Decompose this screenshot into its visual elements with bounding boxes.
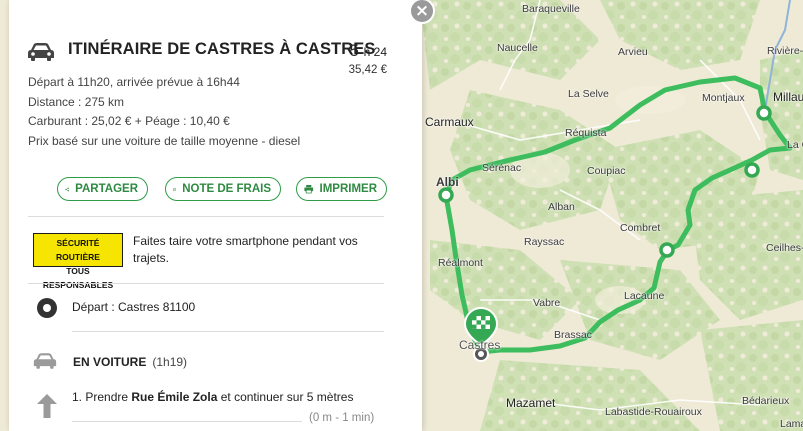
- place-label: Labastide-Rouairoux: [605, 406, 702, 418]
- place-label: Ceilhes-et: [766, 242, 803, 254]
- route-details: Départ à 11h20, arrivée prévue à 16h44 D…: [28, 73, 300, 151]
- car-icon: [33, 353, 57, 369]
- place-label: Rayssac: [524, 236, 565, 248]
- place-label: Bédarieux: [742, 395, 790, 407]
- divider: [72, 421, 302, 422]
- place-label: Baraqueville: [522, 3, 580, 15]
- travel-mode-duration: (1h19): [152, 355, 188, 369]
- place-label: Montjaux: [702, 92, 745, 104]
- divider: [28, 283, 384, 284]
- divider: [72, 331, 384, 332]
- share-button[interactable]: PARTAGER: [57, 177, 148, 201]
- instruction-distance-time: (0 m - 1 min): [309, 412, 375, 424]
- place-label: La Selve: [568, 88, 609, 100]
- share-icon: [65, 187, 69, 191]
- print-icon: [304, 184, 314, 194]
- place-label: Réquista: [565, 127, 607, 139]
- place-label: Carmaux: [425, 115, 474, 129]
- place-label: Sérénac: [482, 162, 522, 174]
- instruction-suffix: et continuer sur 5 mètres: [217, 390, 354, 404]
- place-label: Rivière-: [767, 45, 803, 57]
- print-label: IMPRIMER: [319, 183, 378, 195]
- place-label: Vabre: [533, 297, 561, 309]
- page-title: ITINÉRAIRE DE CASTRES À CASTRES: [68, 40, 376, 58]
- divider: [28, 216, 384, 217]
- badge-line: TOUS RESPONSABLES: [42, 266, 114, 290]
- place-label: Lamalou: [780, 418, 803, 430]
- travel-mode-label: EN VOITURE: [73, 355, 147, 369]
- price-basis-info: Prix basé sur une voiture de taille moye…: [28, 133, 301, 148]
- route-duration: 5 h 24: [349, 41, 387, 61]
- edit-icon: [173, 187, 176, 191]
- instruction-prefix: 1. Prendre: [72, 390, 132, 404]
- departure-icon: [37, 298, 57, 318]
- route-instruction[interactable]: 1. Prendre Rue Émile Zola et continuer s…: [72, 390, 353, 404]
- expense-label: NOTE DE FRAIS: [182, 183, 271, 195]
- place-label: Coupiac: [587, 165, 626, 177]
- place-label: Albi: [436, 175, 459, 189]
- road-safety-message: Faites taire votre smartphone pendant vo…: [133, 234, 358, 265]
- departure-label: Départ : Castres 81100: [72, 300, 196, 314]
- place-label: Combret: [620, 222, 661, 234]
- distance-info: Distance : 275 km: [28, 94, 125, 109]
- road-safety-badge: SÉCURITÉ ROUTIÈRE TOUS RESPONSABLES: [33, 233, 123, 290]
- instruction-street: Rue Émile Zola: [131, 390, 218, 404]
- departure-arrival-info: Départ à 11h20, arrivée prévue à 16h44: [28, 75, 240, 89]
- close-icon: ×: [414, 1, 430, 21]
- car-icon: [28, 43, 54, 61]
- arrow-up-icon: [37, 394, 57, 418]
- travel-mode: EN VOITURE (1h19): [73, 355, 187, 369]
- duration-minutes: h 24: [363, 45, 387, 59]
- place-label: Naucelle: [497, 42, 538, 54]
- place-label: Arvieu: [618, 46, 648, 58]
- place-label: Alban: [548, 201, 575, 213]
- action-buttons: PARTAGER NOTE DE FRAIS IMPRIMER: [57, 177, 387, 201]
- place-label: Lacaune: [624, 290, 665, 302]
- place-label: Brassac: [554, 329, 592, 341]
- place-label: Mazamet: [506, 396, 556, 410]
- print-button[interactable]: IMPRIMER: [296, 177, 387, 201]
- place-label: La Ca: [787, 139, 803, 151]
- itinerary-panel: ITINÉRAIRE DE CASTRES À CASTRES 5 h 24 3…: [9, 0, 422, 431]
- badge-line: SÉCURITÉ ROUTIÈRE: [56, 238, 100, 262]
- fuel-toll-info: Carburant : 25,02 € + Péage : 10,40 €: [28, 114, 230, 128]
- share-label: PARTAGER: [75, 183, 138, 195]
- route-cost: 35,42 €: [348, 64, 387, 76]
- expense-note-button[interactable]: NOTE DE FRAIS: [165, 177, 281, 201]
- place-label: Millau: [773, 90, 803, 104]
- duration-hours: 5: [349, 41, 359, 60]
- place-label: Castres: [459, 338, 501, 352]
- place-label: Réalmont: [438, 257, 483, 269]
